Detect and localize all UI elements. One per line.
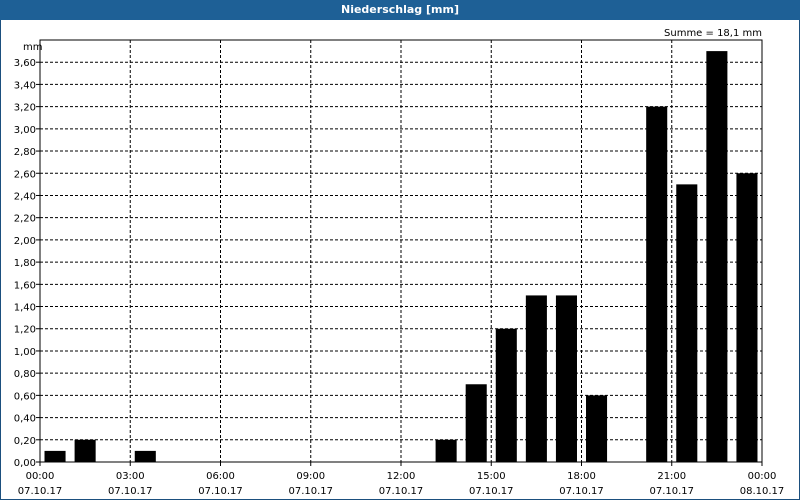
bar [74, 439, 96, 462]
x-tick-date-label: 07.10.17 [559, 486, 604, 497]
x-tick-time-label: 00:00 [748, 471, 777, 482]
bar [435, 439, 457, 462]
x-tick-time-label: 21:00 [657, 471, 686, 482]
bar [555, 295, 577, 462]
bar [44, 450, 66, 462]
y-tick-label: 3,00 [14, 125, 36, 136]
y-tick-label: 1,00 [14, 347, 36, 358]
y-tick-label: 2,00 [14, 236, 36, 247]
bar [465, 384, 487, 462]
y-tick-label: 2,40 [14, 191, 36, 202]
y-tick-label: 2,60 [14, 169, 36, 180]
y-tick-label: 3,40 [14, 80, 36, 91]
bar [676, 184, 698, 463]
sum-annotation: Summe = 18,1 mm [664, 28, 762, 39]
x-tick-date-label: 08.10.17 [740, 486, 785, 497]
y-tick-label: 1,20 [14, 325, 36, 336]
x-tick-time-label: 03:00 [116, 471, 145, 482]
x-tick-time-label: 12:00 [387, 471, 416, 482]
bar [525, 295, 547, 462]
bar [706, 51, 728, 463]
y-tick-label: 0,40 [14, 414, 36, 425]
x-tick-time-label: 09:00 [296, 471, 325, 482]
bar [586, 395, 608, 462]
x-tick-time-label: 00:00 [26, 471, 55, 482]
y-tick-label: 1,60 [14, 280, 36, 291]
x-ticks: 00:00 07.10.17 03:00 07.10.17 06:00 07.10.17 0… [18, 462, 785, 497]
y-tick-label: 2,80 [14, 147, 36, 158]
y-tick-label: 1,80 [14, 258, 36, 269]
bar [736, 173, 758, 462]
y-tick-label: 0,80 [14, 369, 36, 380]
x-tick-time-label: 15:00 [477, 471, 506, 482]
bar [495, 328, 517, 462]
x-tick-date-label: 07.10.17 [649, 486, 694, 497]
y-tick-label: 3,20 [14, 103, 36, 114]
bar [134, 450, 156, 462]
y-ticks: 0,00 0,20 0,40 0,60 0,80 1,00 1,20 1,40 1,60 1,80… [14, 58, 40, 469]
x-tick-date-label: 07.10.17 [288, 486, 333, 497]
y-tick-label: 3,60 [14, 58, 36, 69]
y-tick-label: 0,20 [14, 436, 36, 447]
x-tick-date-label: 07.10.17 [379, 486, 424, 497]
x-tick-date-label: 07.10.17 [18, 486, 63, 497]
bar [646, 106, 668, 462]
x-tick-time-label: 18:00 [567, 471, 596, 482]
x-tick-date-label: 07.10.17 [469, 486, 514, 497]
y-tick-label: 1,40 [14, 303, 36, 314]
x-tick-time-label: 06:00 [206, 471, 235, 482]
x-tick-date-label: 07.10.17 [198, 486, 243, 497]
y-tick-label: 2,20 [14, 214, 36, 225]
y-tick-label: 0,00 [14, 458, 36, 469]
x-tick-date-label: 07.10.17 [108, 486, 153, 497]
y-tick-label: 0,60 [14, 391, 36, 402]
precipitation-chart: mm Summe = 18,1 mm 0,000,200,400,600,801… [14, 28, 785, 497]
